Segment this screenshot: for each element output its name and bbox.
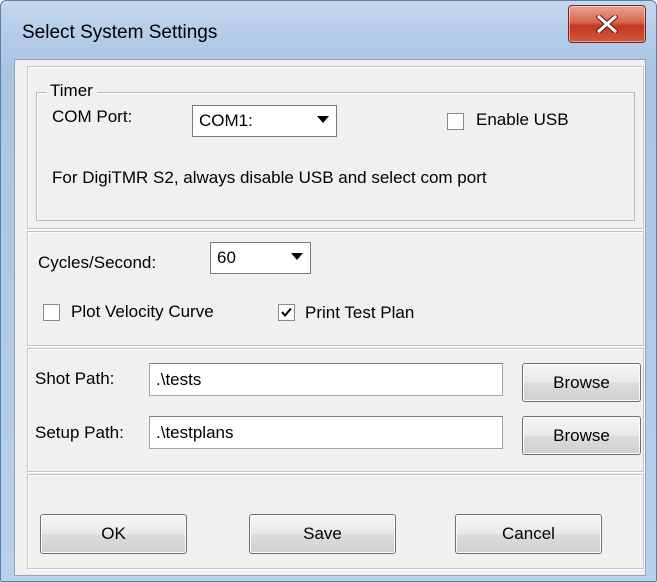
enable-usb-checkbox[interactable] (447, 113, 464, 130)
close-icon (596, 15, 618, 33)
browse-setup-path-button[interactable]: Browse (522, 416, 641, 455)
cycles-per-second-select[interactable]: 60 (210, 242, 311, 274)
setup-path-label: Setup Path: (35, 423, 124, 442)
shot-path-label: Shot Path: (35, 369, 115, 388)
ok-button[interactable]: OK (40, 514, 187, 554)
cancel-button[interactable]: Cancel (455, 514, 602, 554)
close-button[interactable] (568, 5, 646, 43)
com-port-dropdown-arrow[interactable] (311, 107, 335, 133)
print-test-plan-checkbox[interactable] (278, 304, 295, 321)
enable-usb-label: Enable USB (476, 110, 569, 129)
cycles-per-second-value: 60 (217, 248, 236, 267)
browse-shot-path-button[interactable]: Browse (522, 363, 641, 402)
paths-panel: Shot Path: .\tests Browse Setup Path: .\… (27, 348, 644, 472)
ok-button-label: OK (101, 524, 126, 543)
com-port-label: COM Port: (52, 107, 133, 126)
shot-path-input[interactable]: .\tests (149, 363, 503, 396)
chevron-down-icon (317, 116, 329, 123)
action-buttons-panel: OK Save Cancel (27, 474, 644, 569)
plot-velocity-checkbox[interactable] (43, 304, 60, 321)
plot-velocity-label: Plot Velocity Curve (71, 302, 214, 321)
shot-path-value: .\tests (156, 370, 202, 389)
setup-path-input[interactable]: .\testplans (149, 416, 503, 449)
timer-panel: Timer COM Port: COM1: Enable USB For Dig… (27, 66, 644, 229)
browse-setup-path-label: Browse (553, 426, 610, 445)
window-title: Select System Settings (22, 22, 218, 43)
cycles-per-second-label: Cycles/Second: (38, 253, 157, 272)
print-test-plan-label: Print Test Plan (305, 303, 415, 322)
cancel-button-label: Cancel (502, 524, 555, 543)
com-port-value: COM1: (199, 111, 253, 130)
title-bar[interactable]: Select System Settings (1, 1, 656, 59)
timer-group-legend: Timer (46, 81, 97, 101)
dialog-window: Select System Settings Timer COM Port: C… (0, 0, 657, 582)
setup-path-value: .\testplans (156, 423, 234, 442)
dialog-client-area: Timer COM Port: COM1: Enable USB For Dig… (14, 59, 646, 576)
save-button[interactable]: Save (249, 514, 396, 554)
checkmark-icon (281, 307, 292, 318)
com-port-select[interactable]: COM1: (192, 105, 337, 137)
cycles-dropdown-arrow[interactable] (285, 244, 309, 270)
chevron-down-icon (291, 253, 303, 260)
cycles-panel: Cycles/Second: 60 Plot Velocity Curve Pr… (27, 231, 644, 346)
browse-shot-path-label: Browse (553, 373, 610, 392)
usb-note-text: For DigiTMR S2, always disable USB and s… (52, 168, 487, 187)
save-button-label: Save (303, 524, 342, 543)
